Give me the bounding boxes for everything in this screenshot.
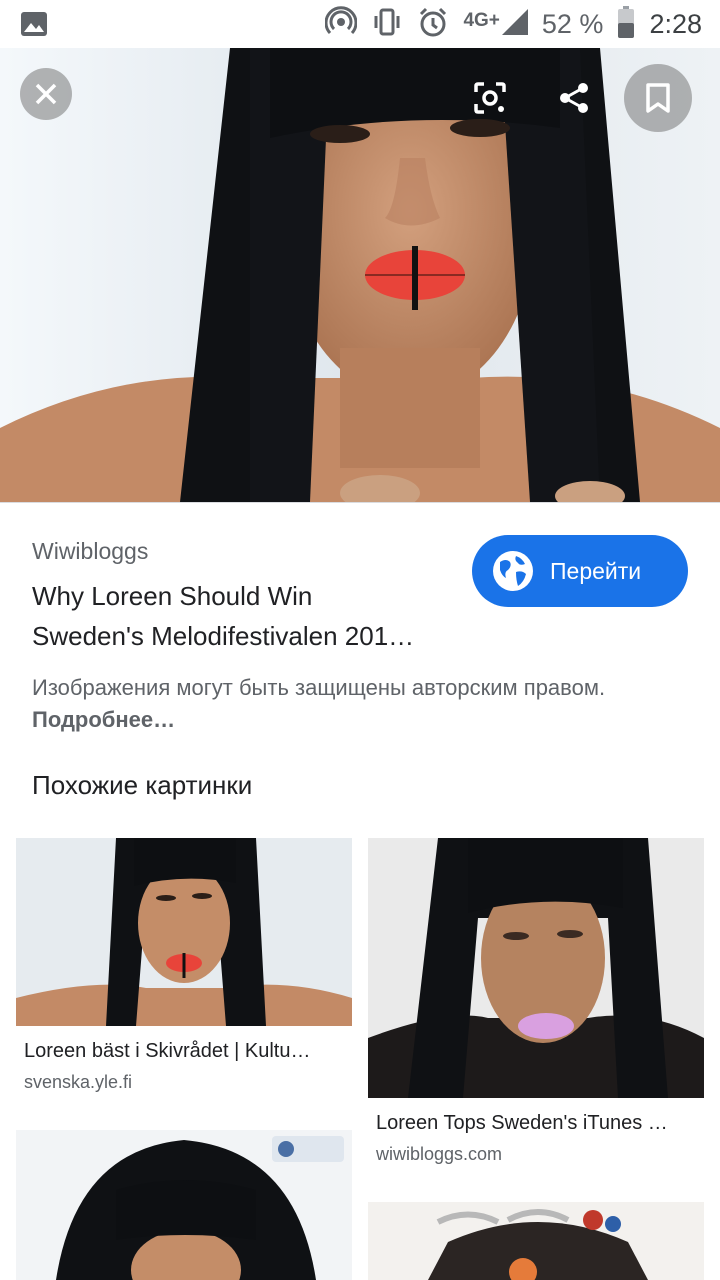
main-image[interactable] (0, 48, 720, 502)
bookmark-icon (646, 83, 670, 113)
clock: 2:28 (649, 8, 702, 39)
visit-button[interactable]: Перейти (472, 535, 688, 607)
similar-image-thumbnail (368, 838, 704, 1098)
similar-image-title: Loreen Tops Sweden's iTunes … (376, 1112, 668, 1134)
similar-image-card[interactable]: Loreen bäst i Skivrådet | Kultu… svenska… (16, 838, 352, 1108)
close-icon (35, 83, 57, 105)
similar-image-thumbnail (16, 838, 352, 1026)
google-lens-button[interactable] (464, 72, 516, 124)
similar-image-thumbnail (368, 1202, 704, 1280)
copyright-notice: Изображения могут быть защищены авторски… (32, 672, 672, 736)
lens-icon (474, 82, 506, 114)
result-title-line2: Sweden's Melodifestivalen 201… (32, 621, 415, 651)
network-type: 4G+ (463, 9, 500, 31)
signal-icon (501, 8, 528, 40)
divider (0, 502, 720, 503)
globe-icon (493, 551, 533, 591)
similar-images-heading: Похожие картинки (32, 770, 253, 800)
share-button[interactable] (548, 72, 600, 124)
copyright-text: Изображения могут быть защищены авторски… (32, 675, 606, 700)
learn-more-link[interactable]: Подробнее… (32, 707, 175, 732)
hotspot-icon (325, 5, 358, 43)
similar-image-card[interactable]: Loreen Tops Sweden's iTunes … wiwibloggs… (368, 838, 704, 1178)
image-notification-icon (20, 11, 48, 42)
save-button[interactable] (624, 64, 692, 132)
alarm-icon (417, 6, 449, 43)
vibrate-icon (371, 6, 403, 43)
portrait-photo (0, 48, 720, 502)
similar-image-source: wiwibloggs.com (376, 1144, 503, 1164)
similar-image-source: svenska.yle.fi (24, 1072, 133, 1092)
source-name: Wiwibloggs (32, 538, 149, 564)
battery-percent: 52 % (541, 8, 604, 39)
status-bar: 4G+ 52 % 2:28 (0, 0, 720, 48)
similar-image-card[interactable] (16, 1130, 352, 1280)
battery-icon (617, 5, 635, 43)
result-title-line1: Why Loreen Should Win (32, 581, 313, 611)
similar-image-title: Loreen bäst i Skivrådet | Kultu… (24, 1040, 311, 1062)
visit-button-label: Перейти (550, 557, 642, 584)
similar-image-thumbnail (16, 1130, 352, 1280)
similar-image-card[interactable] (368, 1202, 704, 1280)
close-button[interactable] (20, 68, 72, 120)
share-icon (560, 83, 588, 113)
result-title[interactable]: Why Loreen Should Win Sweden's Melodifes… (32, 576, 462, 656)
